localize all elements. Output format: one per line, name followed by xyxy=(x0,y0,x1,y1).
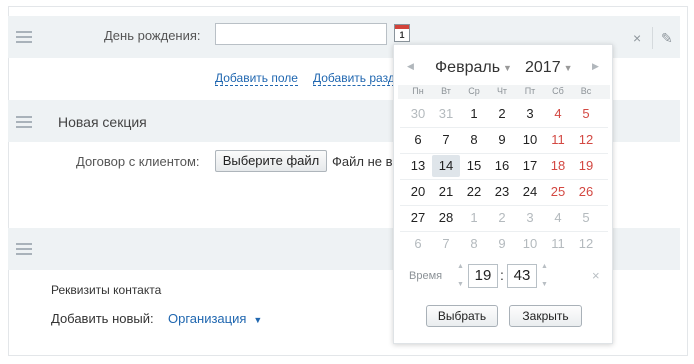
month-select[interactable]: Февраль ▼ xyxy=(435,59,512,77)
weekday-label: Вс xyxy=(580,86,592,96)
next-month-icon[interactable]: ▶ xyxy=(592,61,599,72)
add-field-link[interactable]: Добавить поле xyxy=(215,71,298,86)
birthday-label: День рождения: xyxy=(104,28,201,43)
section-title: Новая секция xyxy=(58,114,147,130)
chevron-down-icon: ▼ xyxy=(253,314,263,325)
row-divider xyxy=(400,179,608,180)
calendar-day[interactable]: 9 xyxy=(488,129,516,151)
select-button[interactable]: Выбрать xyxy=(426,305,498,327)
minute-down-icon[interactable]: ▼ xyxy=(541,281,548,288)
calendar-day[interactable]: 20 xyxy=(404,181,432,203)
calendar-day[interactable]: 4 xyxy=(544,207,572,229)
time-label: Время xyxy=(409,270,443,282)
add-new-select[interactable]: Организация ▼ xyxy=(168,311,262,326)
calendar-day[interactable]: 12 xyxy=(572,129,600,151)
minutes-input[interactable]: 43 xyxy=(507,264,537,288)
calendar-day[interactable]: 11 xyxy=(544,129,572,151)
row-divider xyxy=(400,231,608,232)
year-select[interactable]: 2017 ▼ xyxy=(525,59,573,77)
calendar-day[interactable]: 1 xyxy=(460,103,488,125)
weekday-label: Вт xyxy=(441,86,451,96)
calendar-day[interactable]: 11 xyxy=(544,233,572,255)
chevron-down-icon: ▼ xyxy=(503,62,512,73)
calendar-day[interactable]: 25 xyxy=(544,181,572,203)
calendar-day[interactable]: 1 xyxy=(460,207,488,229)
calendar-day[interactable]: 31 xyxy=(432,103,460,125)
calendar-day[interactable]: 13 xyxy=(404,155,432,177)
calendar-icon[interactable]: 1 xyxy=(394,24,410,42)
contact-details-label: Реквизиты контакта xyxy=(51,283,162,297)
weekday-label: Сб xyxy=(552,86,564,96)
calendar-day[interactable]: 24 xyxy=(516,181,544,203)
datepicker-popup: ◀ Февраль ▼ 2017 ▼ ▶ Пн Вт Ср Чт Пт Сб Вс 30 31 1 2… xyxy=(393,44,613,344)
drag-handle-icon[interactable] xyxy=(16,243,32,258)
time-separator: : xyxy=(500,267,504,283)
calendar-day[interactable]: 12 xyxy=(572,233,600,255)
add-section-link[interactable]: Добавить разд xyxy=(313,71,395,86)
calendar-day[interactable]: 4 xyxy=(544,103,572,125)
clear-time-icon[interactable]: × xyxy=(592,268,600,283)
weekday-header: Пн Вт Ср Чт Пт Сб Вс xyxy=(398,85,610,99)
divider xyxy=(652,27,653,49)
close-icon[interactable]: × xyxy=(633,30,641,46)
minute-up-icon[interactable]: ▲ xyxy=(541,263,548,270)
calendar-day[interactable]: 28 xyxy=(432,207,460,229)
close-button[interactable]: Закрыть xyxy=(509,305,582,327)
choose-file-button[interactable]: Выберите файл xyxy=(215,150,327,172)
birthday-input[interactable] xyxy=(215,23,387,45)
weekday-label: Ср xyxy=(468,86,480,96)
hours-input[interactable]: 19 xyxy=(468,264,498,288)
calendar-day[interactable]: 2 xyxy=(488,207,516,229)
calendar-day[interactable]: 7 xyxy=(432,233,460,255)
calendar-day[interactable]: 21 xyxy=(432,181,460,203)
row-divider xyxy=(400,205,608,206)
calendar-day[interactable]: 8 xyxy=(460,129,488,151)
hour-down-icon[interactable]: ▼ xyxy=(457,281,464,288)
calendar-day[interactable]: 5 xyxy=(572,207,600,229)
calendar-day[interactable]: 10 xyxy=(516,233,544,255)
edit-icon[interactable]: ✎ xyxy=(661,30,673,47)
calendar-day[interactable]: 17 xyxy=(516,155,544,177)
prev-month-icon[interactable]: ◀ xyxy=(407,61,414,72)
calendar-day[interactable]: 18 xyxy=(544,155,572,177)
weekday-label: Пт xyxy=(524,86,536,96)
calendar-day[interactable]: 14 xyxy=(432,155,460,177)
add-new-label: Добавить новый: xyxy=(51,311,154,326)
calendar-day[interactable]: 30 xyxy=(404,103,432,125)
calendar-day[interactable]: 26 xyxy=(572,181,600,203)
weekday-label: Пн xyxy=(412,86,424,96)
hour-up-icon[interactable]: ▲ xyxy=(457,263,464,270)
calendar-day[interactable]: 23 xyxy=(488,181,516,203)
row-divider xyxy=(400,153,608,154)
contract-label: Договор с клиентом: xyxy=(76,154,200,169)
calendar-day[interactable]: 15 xyxy=(460,155,488,177)
calendar-day[interactable]: 6 xyxy=(404,233,432,255)
calendar-day[interactable]: 27 xyxy=(404,207,432,229)
calendar-day[interactable]: 3 xyxy=(516,103,544,125)
weekday-label: Чт xyxy=(496,86,508,96)
drag-handle-icon[interactable] xyxy=(16,116,32,131)
calendar-day[interactable]: 9 xyxy=(488,233,516,255)
calendar-day[interactable]: 22 xyxy=(460,181,488,203)
calendar-day[interactable]: 2 xyxy=(488,103,516,125)
no-file-text: Файл не в xyxy=(332,154,393,169)
calendar-day[interactable]: 8 xyxy=(460,233,488,255)
calendar-day[interactable]: 6 xyxy=(404,129,432,151)
calendar-day[interactable]: 19 xyxy=(572,155,600,177)
calendar-day[interactable]: 3 xyxy=(516,207,544,229)
calendar-day[interactable]: 10 xyxy=(516,129,544,151)
calendar-day[interactable]: 7 xyxy=(432,129,460,151)
chevron-down-icon: ▼ xyxy=(563,62,573,73)
calendar-day[interactable]: 5 xyxy=(572,103,600,125)
drag-handle-icon[interactable] xyxy=(16,31,32,46)
calendar-day[interactable]: 16 xyxy=(488,155,516,177)
row-divider xyxy=(400,127,608,128)
